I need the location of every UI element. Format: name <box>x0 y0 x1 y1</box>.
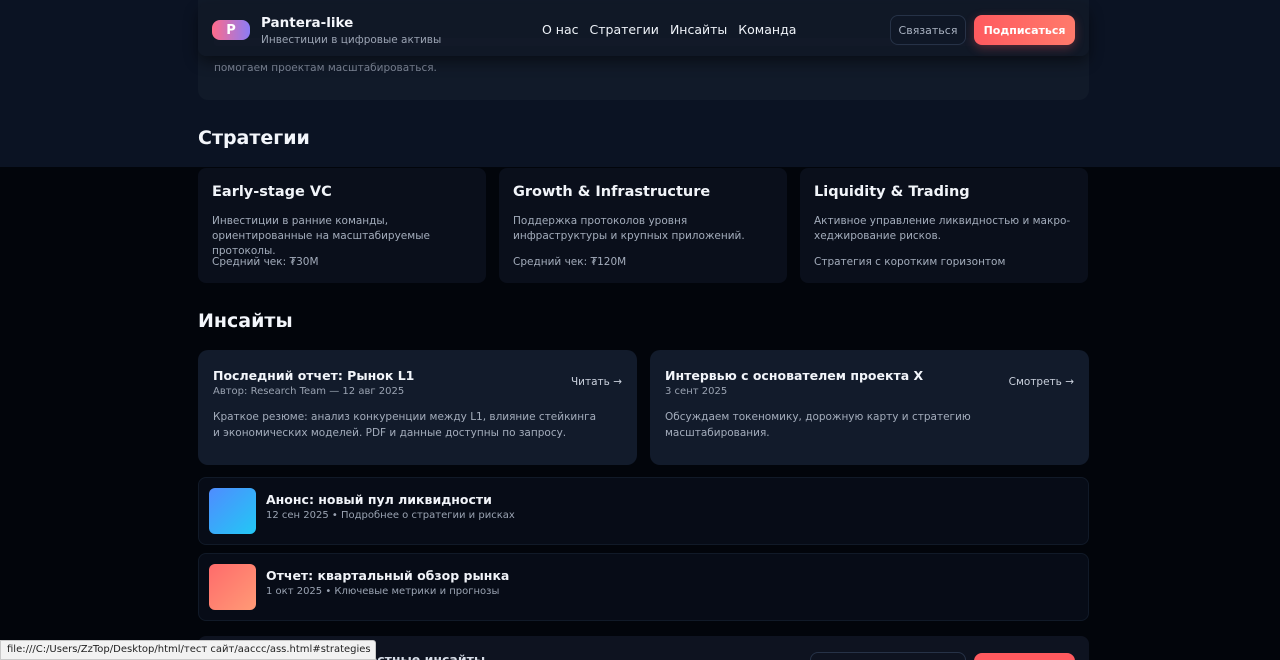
strategy-description: Поддержка протоколов уровня инфраструкту… <box>513 215 745 242</box>
feed-thumbnail <box>209 564 256 610</box>
feed-meta: 1 окт 2025 • Ключевые метрики и прогнозы <box>266 586 500 597</box>
read-link[interactable]: Читать → <box>571 376 622 388</box>
logo-icon[interactable]: P <box>212 20 250 40</box>
strategy-title: Liquidity & Trading <box>814 184 970 200</box>
strategy-title: Growth & Infrastructure <box>513 184 711 200</box>
feed-thumbnail <box>209 488 256 534</box>
strategy-meta: Средний чек: ₮30M <box>212 256 319 268</box>
list-item[interactable]: Анонс: новый пул ликвидности 12 сен 2025… <box>198 477 1089 545</box>
nav-item-about[interactable]: О нас <box>542 22 579 37</box>
feed-title: Анонс: новый пул ликвидности <box>266 492 492 507</box>
browser-status-url: file:///C:/Users/ZzTop/Desktop/html/тест… <box>0 640 376 660</box>
strategy-meta: Средний чек: ₮120M <box>513 256 627 268</box>
insight-card: Интервью с основателем проекта X 3 сент … <box>650 350 1089 465</box>
about-text: помогаем проектам масштабироваться. <box>214 62 437 74</box>
strategy-meta: Стратегия с коротким горизонтом <box>814 256 1006 268</box>
insight-title: Интервью с основателем проекта X <box>665 368 924 383</box>
feed-title: Отчет: квартальный обзор рынка <box>266 568 510 583</box>
list-item[interactable]: Отчет: квартальный обзор рынка 1 окт 202… <box>198 553 1089 621</box>
feed-meta: 12 сен 2025 • Подробнее о стратегии и ри… <box>266 510 515 521</box>
strategy-title: Early-stage VC <box>212 184 332 200</box>
insights-title: Инсайты <box>198 310 293 332</box>
insight-description: Обсуждаем токеномику, дорожную карту и с… <box>665 411 971 439</box>
strategy-card[interactable]: Growth & Infrastructure Поддержка проток… <box>499 168 787 283</box>
strategy-card[interactable]: Early-stage VC Инвестиции в ранние коман… <box>198 168 486 283</box>
bottom-ghost-button[interactable] <box>810 652 966 660</box>
insight-meta: 3 сент 2025 <box>665 386 728 397</box>
watch-link[interactable]: Смотреть → <box>1009 376 1074 388</box>
nav-item-team[interactable]: Команда <box>738 22 796 37</box>
main-nav: О нас Стратегии Инсайты Команда <box>542 22 796 37</box>
nav-item-insights[interactable]: Инсайты <box>670 22 727 37</box>
insight-card: Последний отчет: Рынок L1 Автор: Researc… <box>198 350 637 465</box>
insight-meta: Автор: Research Team — 12 авг 2025 <box>213 386 405 397</box>
strategy-description: Активное управление ликвидностью и макро… <box>814 215 1071 242</box>
subscribe-button[interactable]: Подписаться <box>974 15 1075 45</box>
nav-item-strategies[interactable]: Стратегии <box>590 22 659 37</box>
insight-description: Краткое резюме: анализ конкуренции между… <box>213 411 597 439</box>
bottom-primary-button[interactable] <box>974 653 1075 660</box>
brand-tagline: Инвестиции в цифровые активы <box>261 34 442 46</box>
contact-button[interactable]: Связаться <box>890 15 966 45</box>
strategies-title: Стратегии <box>198 127 310 149</box>
site-header: P Pantera-like Инвестиции в цифровые акт… <box>198 4 1089 56</box>
insight-title: Последний отчет: Рынок L1 <box>213 368 415 383</box>
brand-name[interactable]: Pantera-like <box>261 15 353 31</box>
strategy-description: Инвестиции в ранние команды, ориентирова… <box>212 215 430 257</box>
strategy-card[interactable]: Liquidity & Trading Активное управление … <box>800 168 1088 283</box>
